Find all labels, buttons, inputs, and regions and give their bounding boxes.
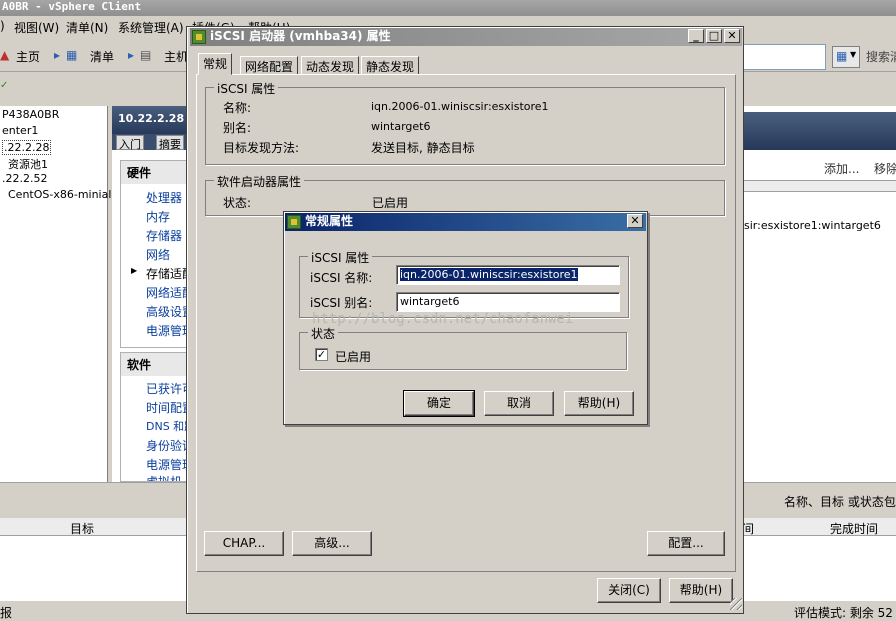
host-title: 10.22.2.28 [112, 106, 188, 134]
status-label: 状态: [223, 196, 252, 210]
iscsi-name-field[interactable]: iqn.2006-01.winiscsir:esxistore1 [396, 265, 620, 285]
search-scope-button[interactable]: ▦ ▼ [832, 46, 860, 68]
add-link[interactable]: 添加... [824, 160, 859, 177]
tab-summary[interactable]: 摘要 [156, 135, 184, 151]
discovery-label: 目标发现方法: [223, 141, 300, 155]
search-input[interactable] [742, 44, 826, 70]
eval-mode-status: 评估模式: 剩余 52 [794, 606, 893, 620]
iscsi-alias-field[interactable]: wintarget6 [396, 292, 620, 312]
menu-item-view[interactable]: 视图(W) [14, 19, 59, 36]
name-value: iqn.2006-01.winiscsir:esxistore1 [371, 100, 549, 113]
close-button[interactable]: 关闭(C) [597, 578, 661, 603]
target-row[interactable]: sir:esxistore1:wintarget6 [742, 219, 896, 235]
ok-button[interactable]: 确定 [403, 390, 475, 417]
enabled-checkbox[interactable]: ✓ [315, 348, 328, 361]
resize-grip[interactable] [730, 598, 742, 610]
sw-vms[interactable]: 虚拟机 [146, 473, 182, 481]
search-icon: ▦ [836, 49, 848, 63]
discovery-value: 发送目标, 静态目标 [371, 141, 475, 155]
general-iscsi-legend: iSCSI 属性 [308, 249, 373, 266]
tab-static-discovery[interactable]: 静态发现 [361, 56, 420, 75]
general-help-button[interactable]: 帮助(H) [564, 391, 634, 416]
arrow-icon: ▸ [54, 48, 61, 62]
col-completed[interactable]: 完成时间 [830, 520, 878, 537]
tree-item[interactable]: P438A0BR [2, 108, 59, 121]
hw-storage[interactable]: 存储器 [146, 227, 182, 244]
inventory-tree: P438A0BR enter1 .22.2.28 资源池1 .22.2.52 C… [0, 106, 111, 482]
alias-value: wintarget6 [371, 120, 431, 133]
tree-item[interactable]: enter1 [2, 124, 38, 137]
name-label: 名称: [223, 101, 252, 115]
hw-processors[interactable]: 处理器 [146, 189, 182, 206]
task-filter-text: 名称、目标 或状态包 [784, 495, 896, 509]
configure-button[interactable]: 配置... [647, 531, 725, 556]
advanced-button[interactable]: 高级... [292, 531, 372, 556]
enabled-label: 已启用 [335, 350, 372, 364]
status-left: 报 [0, 606, 13, 620]
tab-getting-started[interactable]: 入门 [116, 135, 144, 151]
home-icon: ▲ [0, 48, 10, 62]
search-placeholder: 搜索清 [866, 50, 896, 64]
col-target[interactable]: 目标 [70, 520, 94, 537]
hw-memory[interactable]: 内存 [146, 208, 170, 225]
nav-home[interactable]: 主页 [16, 48, 40, 65]
tree-item[interactable]: 资源池1 [8, 156, 48, 172]
hardware-heading: 硬件 [121, 161, 187, 184]
tree-item-selected-host[interactable]: .22.2.28 [2, 140, 52, 155]
iscsi-group-legend: iSCSI 属性 [214, 80, 279, 97]
vsphere-icon [287, 215, 301, 229]
vsphere-icon [192, 30, 206, 44]
tab-dynamic-discovery[interactable]: 动态发现 [301, 56, 360, 75]
help-button[interactable]: 帮助(H) [669, 578, 733, 603]
remove-link[interactable]: 移除 [874, 160, 896, 177]
details-header [742, 112, 896, 150]
tab-general[interactable]: 常规 [198, 53, 233, 75]
selected-arrow-icon: ▶ [131, 266, 138, 275]
close-icon[interactable]: ✕ [627, 214, 643, 228]
chevron-down-icon: ▼ [850, 50, 857, 59]
chap-button[interactable]: CHAP... [204, 531, 284, 556]
back-icon[interactable]: ✓ [0, 80, 8, 91]
host-tabs: 入门 摘要 [112, 134, 188, 151]
tree-item[interactable]: CentOS-x86-minial [8, 188, 111, 201]
status-value: 已启用 [372, 196, 409, 210]
close-icon[interactable]: ✕ [724, 29, 740, 43]
maximize-button[interactable]: □ [706, 29, 722, 43]
nav-inventory[interactable]: 清单 [90, 48, 114, 65]
hw-network[interactable]: 网络 [146, 246, 170, 263]
menu-item-admin[interactable]: 系统管理(A) [118, 19, 184, 36]
adapter-toolbar: 添加... 移除 [742, 156, 896, 180]
minimize-button[interactable]: _ [688, 29, 704, 43]
nav-hosts[interactable]: 主机 [164, 48, 188, 65]
general-dialog-titlebar[interactable]: 常规属性 ✕ [285, 213, 646, 231]
menu-item-inventory[interactable]: 清单(N) [66, 19, 108, 36]
software-heading: 软件 [121, 353, 187, 376]
details-column-header [742, 180, 896, 192]
iscsi-name-label: iSCSI 名称: [310, 271, 373, 285]
general-dialog-title: 常规属性 [305, 214, 354, 228]
menu-item-file[interactable]: ) [0, 19, 5, 33]
watermark: http://blog.csdn.net/chaofanwei [312, 311, 574, 327]
host-icon: ▤ [140, 48, 152, 62]
status-legend: 状态 [308, 325, 339, 342]
inventory-icon: ▦ [66, 48, 78, 62]
iscsi-dialog-title: iSCSI 启动器 (vmhba34) 属性 [210, 29, 391, 43]
tree-item[interactable]: .22.2.52 [2, 172, 47, 185]
main-window-title: A0BR - vSphere Client [0, 0, 896, 16]
arrow-icon: ▸ [128, 48, 135, 62]
alias-label: 别名: [223, 121, 252, 135]
cancel-button[interactable]: 取消 [484, 391, 554, 416]
iscsi-dialog-titlebar[interactable]: iSCSI 启动器 (vmhba34) 属性 _ □ ✕ [190, 28, 742, 46]
sw-group-legend: 软件启动器属性 [214, 173, 305, 190]
tab-network-config[interactable]: 网络配置 [240, 56, 299, 75]
iscsi-alias-label: iSCSI 别名: [310, 296, 373, 310]
